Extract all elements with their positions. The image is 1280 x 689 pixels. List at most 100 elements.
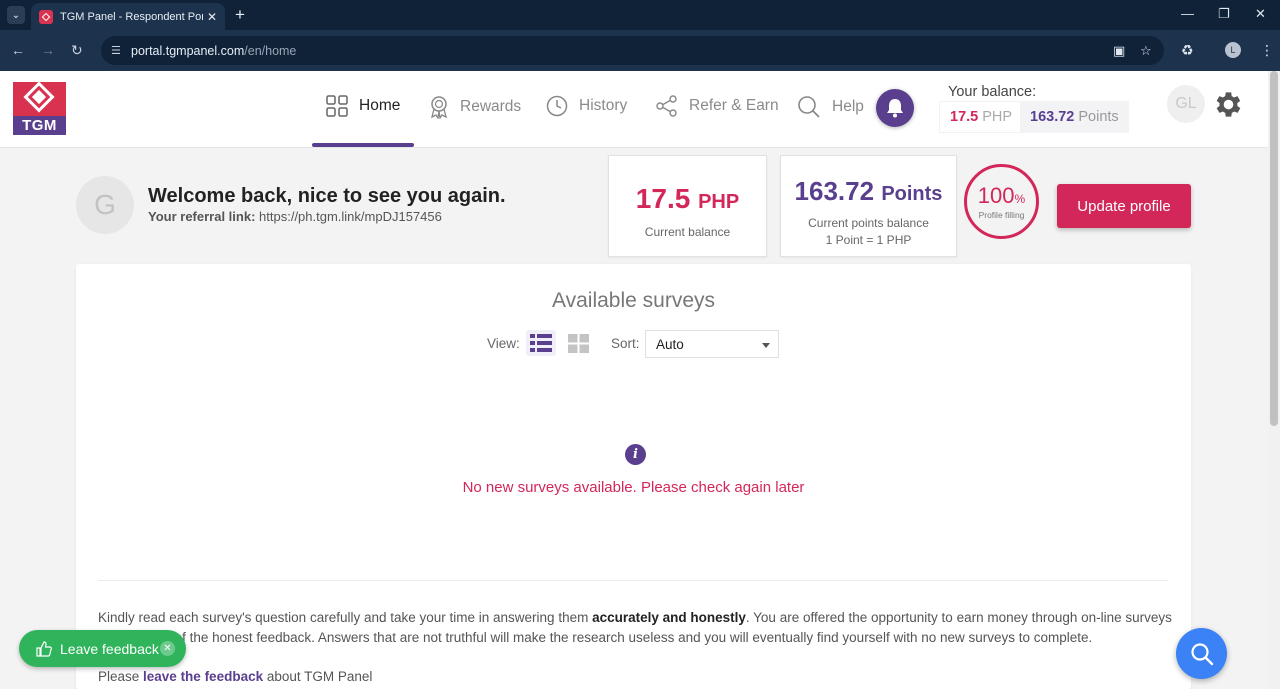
browser-tab-active[interactable]: TGM Panel - Respondent Portal ✕: [31, 3, 225, 30]
profile-percent-sign: %: [1014, 192, 1026, 206]
minimize-icon[interactable]: —: [1181, 6, 1194, 21]
profile-filling-label: Profile filling: [978, 210, 1025, 220]
referral-link[interactable]: https://ph.tgm.link/mpDJ157456: [259, 209, 442, 224]
view-label: View:: [487, 336, 520, 351]
survey-guidance-text: Kindly read each survey's question caref…: [98, 608, 1173, 648]
panel-divider: [98, 580, 1168, 581]
current-balance-card: 17.5 PHP Current balance: [608, 155, 767, 257]
points-balance-card: 163.72 Points Current points balance 1 P…: [780, 155, 957, 257]
cast-icon[interactable]: ▣: [1113, 43, 1125, 59]
nav-home-label: Home: [359, 97, 401, 114]
settings-gear-icon[interactable]: [1212, 88, 1245, 126]
sort-dropdown[interactable]: Auto: [645, 330, 779, 358]
header-balance-label: Your balance:: [948, 84, 1037, 100]
browser-profile-avatar[interactable]: L: [1225, 42, 1241, 58]
history-clock-icon: [546, 95, 568, 117]
window-close-icon[interactable]: ✕: [1255, 6, 1266, 22]
nav-help-label: Help: [832, 98, 864, 115]
nav-rewards[interactable]: Rewards: [429, 95, 521, 119]
nav-refer-label: Refer & Earn: [689, 97, 779, 114]
page-scrollbar[interactable]: [1268, 71, 1280, 689]
logo-text: TGM: [13, 116, 66, 135]
grid-view-toggle[interactable]: [565, 330, 591, 356]
list-view-icon: [530, 334, 552, 352]
points-amount: 163.72 Points: [781, 176, 956, 207]
balance-value: 17.5: [635, 183, 691, 214]
balance-caption: Current balance: [644, 225, 731, 239]
grid-view-icon: [567, 333, 589, 353]
home-grid-icon: [326, 95, 348, 117]
reload-icon[interactable]: ↻: [71, 42, 83, 59]
back-arrow-icon[interactable]: ←: [11, 42, 25, 58]
profile-percent-value: 100: [977, 183, 1015, 208]
profile-percent: 100%: [967, 183, 1036, 209]
referral-link-line: Your referral link: https://ph.tgm.link/…: [148, 209, 442, 224]
tab-list-chevron-icon[interactable]: ⌄: [7, 6, 25, 24]
header-points-value: 163.72: [1030, 109, 1075, 125]
bell-icon: [887, 99, 903, 118]
user-avatar-header[interactable]: GL: [1167, 85, 1205, 123]
restore-icon[interactable]: ❐: [1218, 6, 1230, 22]
guidance-part1: Kindly read each survey's question caref…: [98, 610, 593, 625]
points-value: 163.72: [794, 176, 875, 206]
feedback-please: Please: [98, 669, 144, 684]
points-label: Current points balance: [808, 216, 929, 230]
thumbs-up-icon: [36, 640, 52, 657]
nav-home[interactable]: Home: [326, 95, 400, 117]
browser-tab-strip: ⌄ TGM Panel - Respondent Portal ✕ + — ❐ …: [0, 0, 1280, 30]
feedback-after: about TGM Panel: [263, 669, 373, 684]
tab-close-icon[interactable]: ✕: [207, 10, 217, 24]
extensions-puzzle-icon[interactable]: ♻: [1181, 42, 1194, 59]
nav-refer-earn[interactable]: Refer & Earn: [655, 95, 779, 117]
tab-favicon-icon: [39, 9, 53, 24]
welcome-heading: Welcome back, nice to see you again.: [148, 185, 506, 207]
surveys-title: Available surveys: [551, 289, 716, 312]
tab-title: TGM Panel - Respondent Portal: [60, 10, 203, 23]
nav-active-indicator: [312, 143, 414, 147]
guidance-bold: accurately and honestly: [592, 610, 746, 625]
nav-help[interactable]: Help: [797, 95, 864, 119]
forward-arrow-icon[interactable]: →: [41, 42, 55, 58]
feedback-close-icon[interactable]: ✕: [160, 641, 175, 656]
tgm-logo[interactable]: TGM: [13, 81, 66, 135]
url-host: portal.tgmpanel.com: [131, 43, 245, 58]
surveys-panel: Available surveys View: Sort: Auto i No …: [76, 264, 1191, 689]
info-icon: i: [625, 444, 646, 465]
referral-label: Your referral link:: [148, 209, 256, 224]
share-icon: [656, 95, 677, 117]
leave-feedback-label: Leave feedback: [60, 640, 159, 657]
profile-filling-ring: 100% Profile filling: [964, 164, 1039, 239]
update-profile-button[interactable]: Update profile: [1057, 184, 1191, 228]
browser-toolbar: ← → ↻ ☰ portal.tgmpanel.com/en/home ▣ ☆: [0, 30, 1280, 71]
notifications-bell-button[interactable]: [876, 89, 914, 127]
help-search-button[interactable]: [1176, 628, 1227, 679]
nav-history[interactable]: History: [546, 95, 627, 117]
help-search-icon: [798, 96, 820, 118]
header-balance-php: 17.5 PHP: [939, 101, 1024, 133]
site-info-icon[interactable]: ☰: [111, 44, 123, 57]
rewards-medal-icon: [431, 96, 447, 119]
balance-unit: PHP: [698, 191, 740, 213]
search-icon: [1190, 642, 1213, 665]
leave-feedback-link[interactable]: leave the feedback: [143, 669, 263, 684]
leave-feedback-button[interactable]: Leave feedback ✕: [19, 630, 186, 667]
caret-down-icon: [762, 343, 770, 348]
sort-label: Sort:: [611, 336, 640, 351]
bookmark-star-icon[interactable]: ☆: [1140, 43, 1152, 59]
nav-history-label: History: [579, 97, 628, 114]
header-php-value: 17.5: [950, 109, 979, 125]
feedback-prompt: Please leave the feedback about TGM Pane…: [98, 669, 372, 684]
list-view-toggle[interactable]: [526, 330, 556, 356]
site-header: TGM Home Rewards History Refer & Earn He…: [0, 71, 1268, 148]
points-unit: Points: [881, 183, 943, 205]
new-tab-plus-icon[interactable]: +: [235, 5, 245, 25]
header-php-unit: PHP: [982, 109, 1013, 125]
header-balance-points: 163.72 Points: [1020, 101, 1129, 133]
browser-menu-icon[interactable]: ⋮: [1260, 42, 1274, 59]
no-surveys-message: No new surveys available. Please check a…: [462, 479, 805, 496]
address-bar[interactable]: ☰ portal.tgmpanel.com/en/home ▣ ☆: [101, 36, 1164, 65]
scrollbar-thumb[interactable]: [1270, 71, 1278, 426]
header-points-unit: Points: [1078, 109, 1119, 125]
points-caption: Current points balance 1 Point = 1 PHP: [781, 215, 956, 249]
sort-selected-value: Auto: [656, 336, 684, 352]
